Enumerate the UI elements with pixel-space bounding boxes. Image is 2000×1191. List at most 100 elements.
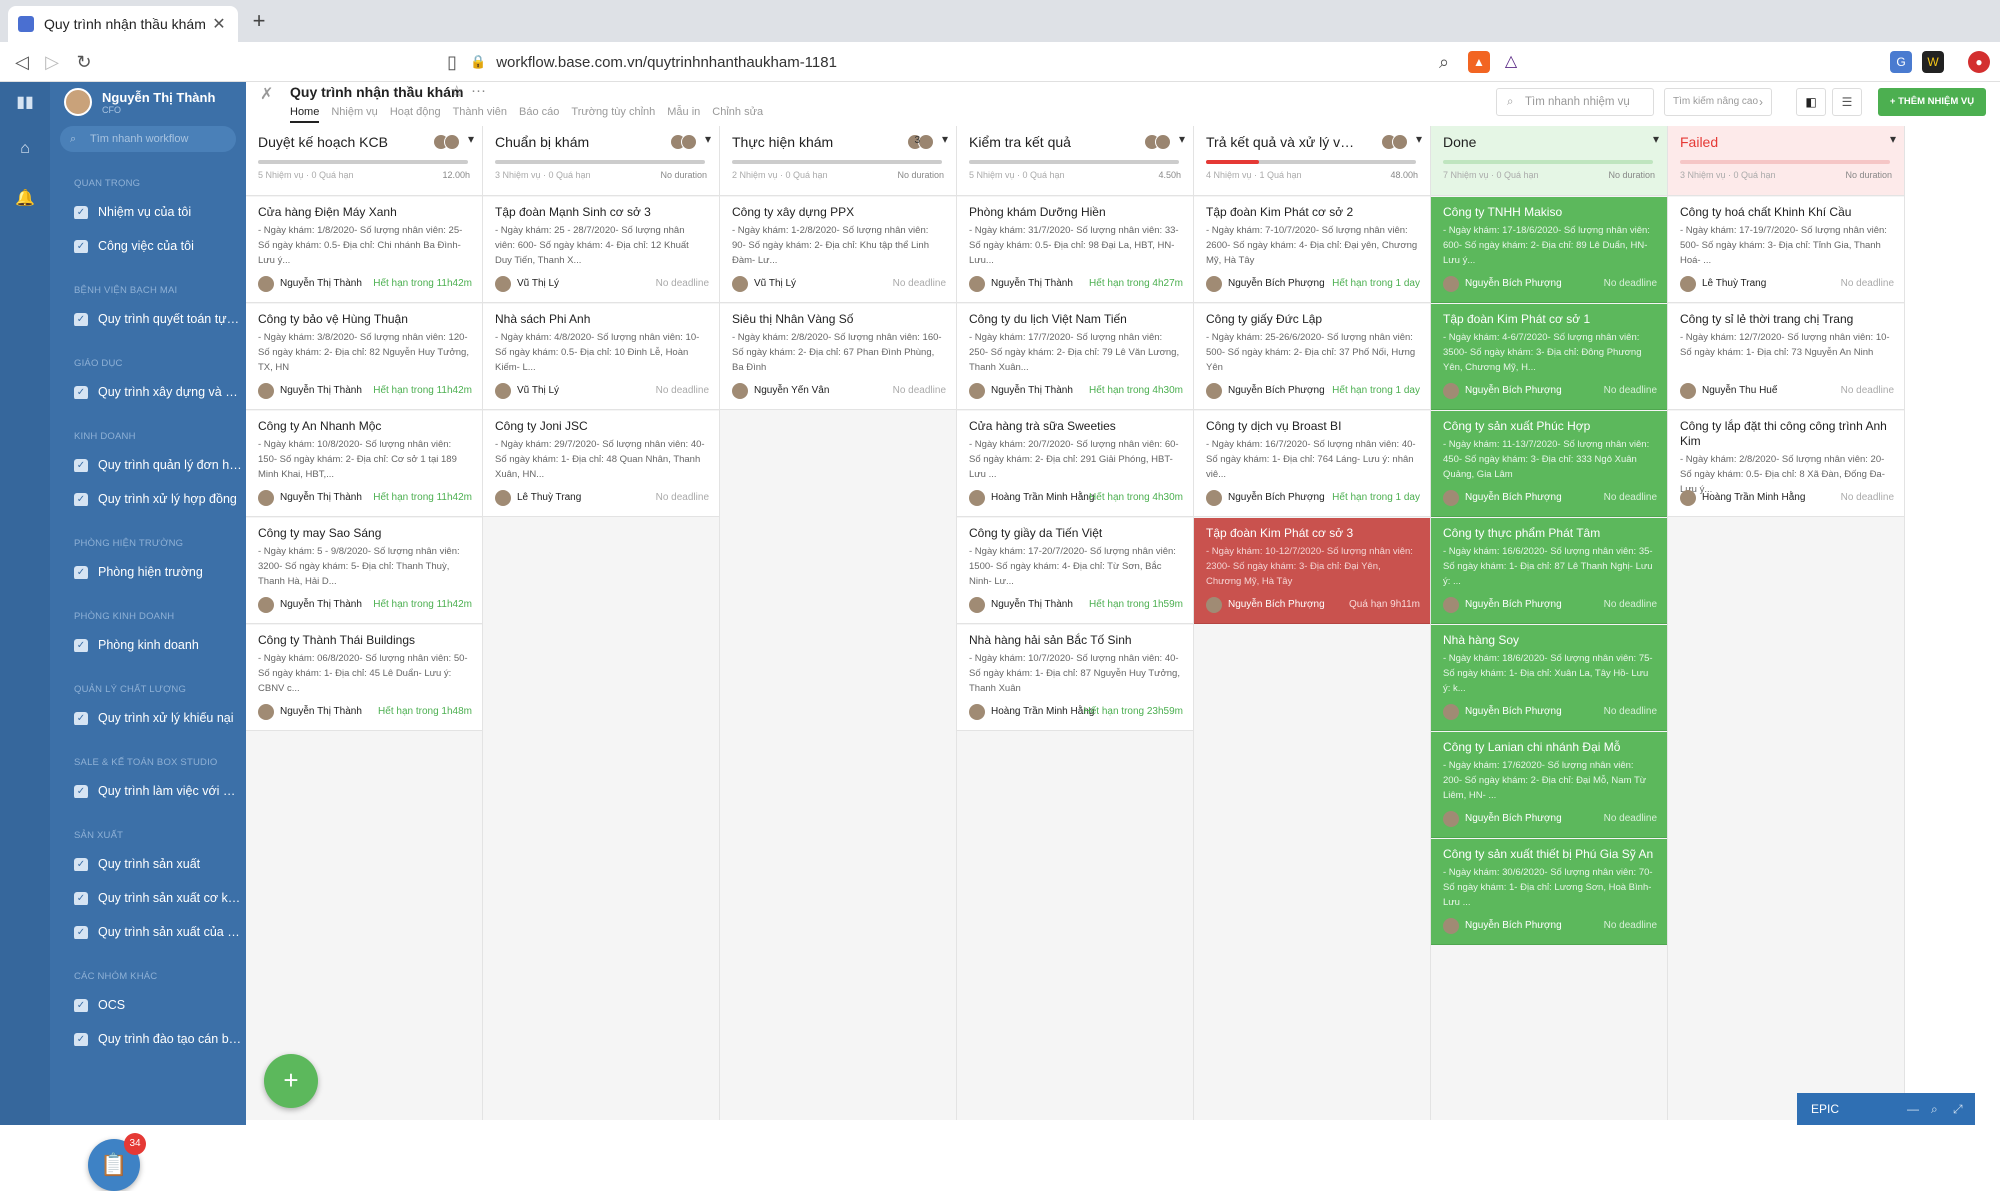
sidebar-item[interactable]: ✓ OCS xyxy=(74,998,242,1012)
task-card[interactable]: Tập đoàn Kim Phát cơ sở 2 - Ngày khám: 7-… xyxy=(1194,197,1430,303)
task-card[interactable]: Công ty lắp đặt thi công công trình Anh … xyxy=(1668,411,1904,517)
clipboard-button[interactable]: 📋 34 xyxy=(88,1133,146,1191)
column-header[interactable]: Duyệt kế hoạch KCB ▾ 5 Nhiệm vụ · 0 Quá hạ… xyxy=(246,126,482,196)
brave-rewards-icon[interactable]: △ xyxy=(1500,51,1522,73)
task-card[interactable]: Công ty du lịch Việt Nam Tiến - Ngày khám… xyxy=(957,304,1193,410)
task-card[interactable]: Nhà hàng hải sản Bắc Tố Sinh - Ngày khám:… xyxy=(957,625,1193,731)
chevron-down-icon[interactable]: ▾ xyxy=(1416,132,1422,146)
forward-icon[interactable]: ▷ xyxy=(40,50,64,74)
task-card[interactable]: Công ty Joni JSC - Ngày khám: 29/7/2020- … xyxy=(483,411,719,517)
user-profile[interactable]: Nguyễn Thị Thành CFO xyxy=(64,88,215,116)
task-card[interactable]: Công ty giấy Đức Lập - Ngày khám: 25-26/6… xyxy=(1194,304,1430,410)
tab-6[interactable]: Mẫu in xyxy=(667,106,700,123)
more-icon[interactable]: ··· xyxy=(471,82,486,99)
task-card[interactable]: Công ty thực phẩm Phát Tâm - Ngày khám: 1… xyxy=(1431,518,1667,624)
column-header[interactable]: Kiểm tra kết quả ▾ 5 Nhiệm vụ · 0 Quá hạn 4… xyxy=(957,126,1193,196)
task-card[interactable]: Công ty sỉ lẻ thời trang chị Trang - Ngày… xyxy=(1668,304,1904,410)
add-button[interactable]: + xyxy=(264,1054,318,1108)
tab-7[interactable]: Chỉnh sửa xyxy=(712,106,763,123)
bookmark-icon[interactable]: ▯ xyxy=(440,50,464,74)
task-card[interactable]: Công ty Thành Thái Buildings - Ngày khám:… xyxy=(246,625,482,731)
home-icon[interactable]: ⌂ xyxy=(15,140,35,160)
task-card[interactable]: Công ty Lanian chi nhánh Đại Mỗ - Ngày kh… xyxy=(1431,732,1667,838)
task-card[interactable]: Phòng khám Dưỡng Hiền - Ngày khám: 31/7/2… xyxy=(957,197,1193,303)
sidebar-item[interactable]: ✓ Phòng kinh doanh xyxy=(74,638,242,652)
task-card[interactable]: Công ty xây dựng PPX - Ngày khám: 1-2/8/2… xyxy=(720,197,956,303)
translate-icon[interactable]: G xyxy=(1890,51,1912,73)
task-card[interactable]: Tập đoàn Mạnh Sinh cơ sở 3 - Ngày khám: 2… xyxy=(483,197,719,303)
task-card[interactable]: Công ty sản xuất Phúc Hợp - Ngày khám: 11… xyxy=(1431,411,1667,517)
sidebar-item[interactable]: ✓ Quy trình sản xuất của x... xyxy=(74,925,242,939)
column-header[interactable]: Failed ▾ 3 Nhiệm vụ · 0 Quá hạn No duration xyxy=(1668,126,1904,196)
chevron-down-icon[interactable]: ▾ xyxy=(705,132,711,146)
chevron-down-icon[interactable]: ▾ xyxy=(1179,132,1185,146)
tab-2[interactable]: Hoạt động xyxy=(390,106,441,123)
tab-5[interactable]: Trường tùy chỉnh xyxy=(571,106,655,123)
bell-icon[interactable]: 🔔 xyxy=(15,188,35,208)
column-header[interactable]: Done ▾ 7 Nhiệm vụ · 0 Quá hạn No duration xyxy=(1431,126,1667,196)
back-icon[interactable]: ◁ xyxy=(10,50,34,74)
tab-0[interactable]: Home xyxy=(290,106,320,123)
task-card[interactable]: Công ty may Sao Sáng - Ngày khám: 5 - 9/8… xyxy=(246,518,482,624)
sidebar-item[interactable]: ✓ Quy trình đào tạo cán bộ ... xyxy=(74,1032,242,1046)
workflow-search-input[interactable]: ⌕ Tìm nhanh workflow xyxy=(60,126,236,152)
zoom-icon[interactable]: ⌕ xyxy=(1432,50,1456,74)
advanced-search-button[interactable]: Tìm kiếm nâng cao › xyxy=(1664,88,1772,116)
task-card[interactable]: Tập đoàn Kim Phát cơ sở 3 - Ngày khám: 10… xyxy=(1194,518,1430,624)
close-tab-icon[interactable]: ✕ xyxy=(210,14,228,34)
sidebar-item[interactable]: ✓ Quy trình quản lý đơn hàng xyxy=(74,458,242,472)
add-task-button[interactable]: + THÊM NHIỆM VỤ xyxy=(1878,88,1986,116)
record-icon[interactable]: ● xyxy=(1968,51,1990,73)
chevron-down-icon[interactable]: ▾ xyxy=(1653,132,1659,146)
sidebar-item[interactable]: ✓ Quy trình xử lý khiếu nại xyxy=(74,711,242,725)
task-card[interactable]: Công ty TNHH Makiso - Ngày khám: 17-18/6/… xyxy=(1431,197,1667,303)
column-header[interactable]: Trả kết quả và xử lý vấn đề ▾ 4 Nhiệm vụ ·… xyxy=(1194,126,1430,196)
sidebar-item[interactable]: ✓ Quy trình sản xuất cơ khí... xyxy=(74,891,242,905)
brave-shield-icon[interactable]: ▲ xyxy=(1468,51,1490,73)
chevron-down-icon[interactable]: ▾ xyxy=(1890,132,1896,146)
task-card[interactable]: Công ty sản xuất thiết bị Phú Gia Sỹ An -… xyxy=(1431,839,1667,945)
tab-1[interactable]: Nhiệm vụ xyxy=(331,106,377,123)
search-icon[interactable]: ⌕ xyxy=(1931,1093,1938,1125)
sidebar-item[interactable]: ✓ Quy trình xử lý hợp đồng xyxy=(74,492,242,506)
task-card[interactable]: Công ty An Nhanh Mộc - Ngày khám: 10/8/20… xyxy=(246,411,482,517)
base-logo-icon[interactable]: ▮▮ xyxy=(15,92,35,112)
reload-icon[interactable]: ↻ xyxy=(72,50,96,74)
browser-tab[interactable]: Quy trình nhận thầu khám - Quy ✕ xyxy=(8,6,238,42)
column-header[interactable]: Chuẩn bị khám ▾ 3 Nhiệm vụ · 0 Quá hạn No d… xyxy=(483,126,719,196)
task-card[interactable]: Tập đoàn Kim Phát cơ sở 1 - Ngày khám: 4-… xyxy=(1431,304,1667,410)
epic-panel[interactable]: EPIC — ⌕ ⤢ xyxy=(1797,1093,1975,1125)
task-card[interactable]: Công ty bảo vệ Hùng Thuận - Ngày khám: 3/… xyxy=(246,304,482,410)
column-header[interactable]: Thực hiện khám 3 ▾ 2 Nhiệm vụ · 0 Quá hạn No… xyxy=(720,126,956,196)
board-view-icon[interactable]: ◧ xyxy=(1796,88,1826,116)
new-tab-button[interactable]: + xyxy=(246,8,272,34)
sidebar-item[interactable]: ✓ Nhiệm vụ của tôi xyxy=(74,205,242,219)
column-title: Duyệt kế hoạch KCB xyxy=(258,134,388,150)
sidebar-item[interactable]: ✓ Phòng hiện trường xyxy=(74,565,242,579)
sidebar-item[interactable]: ✓ Quy trình quyết toán tự c... xyxy=(74,312,242,326)
expand-icon[interactable]: ⤢ xyxy=(1953,1093,1963,1125)
chevron-down-icon[interactable]: ▾ xyxy=(468,132,474,146)
task-card[interactable]: Cửa hàng Điện Máy Xanh - Ngày khám: 1/8/2… xyxy=(246,197,482,303)
chevron-down-icon[interactable]: ▾ xyxy=(942,132,948,146)
sidebar-item[interactable]: ✓ Công việc của tôi xyxy=(74,239,242,253)
task-card[interactable]: Công ty dịch vụ Broast BI - Ngày khám: 16… xyxy=(1194,411,1430,517)
task-card[interactable]: Công ty hoá chất Khinh Khí Cầu - Ngày khá… xyxy=(1668,197,1904,303)
sidebar-item[interactable]: ✓ Quy trình xây dựng và sử... xyxy=(74,385,242,399)
task-card[interactable]: Nhà hàng Soy - Ngày khám: 18/6/2020- Số l… xyxy=(1431,625,1667,731)
task-card[interactable]: Nhà sách Phi Anh - Ngày khám: 4/8/2020- S… xyxy=(483,304,719,410)
task-card[interactable]: Công ty giầy da Tiến Việt - Ngày khám: 17… xyxy=(957,518,1193,624)
minimize-icon[interactable]: — xyxy=(1907,1093,1919,1125)
tab-4[interactable]: Báo cáo xyxy=(519,106,559,123)
sidebar-item[interactable]: ✓ Quy trình sản xuất xyxy=(74,857,242,871)
quick-search-input[interactable]: ⌕ Tìm nhanh nhiệm vụ xyxy=(1496,88,1654,116)
star-icon[interactable]: ☆ xyxy=(450,82,463,100)
list-view-icon[interactable]: ☰ xyxy=(1832,88,1862,116)
url-field[interactable]: 🔒 workflow.base.com.vn/quytrinhnhanthauk… xyxy=(470,46,1470,78)
assignee-name: Nguyễn Bích Phượng xyxy=(1228,278,1325,289)
extension-icon[interactable]: W xyxy=(1922,51,1944,73)
task-card[interactable]: Siêu thị Nhân Vàng Số - Ngày khám: 2/8/20… xyxy=(720,304,956,410)
task-card[interactable]: Cửa hàng trà sữa Sweeties - Ngày khám: 20… xyxy=(957,411,1193,517)
tab-3[interactable]: Thành viên xyxy=(453,106,507,123)
sidebar-item[interactable]: ✓ Quy trình làm việc với Kh... xyxy=(74,784,242,798)
